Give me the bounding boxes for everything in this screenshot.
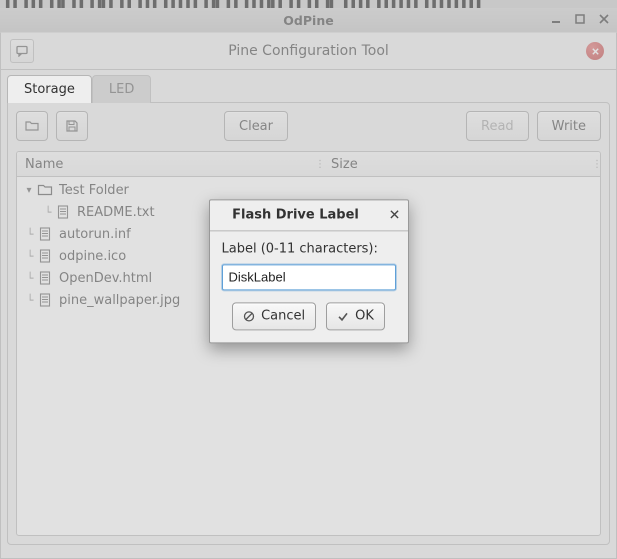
dialog-title: Flash Drive Label	[210, 207, 382, 222]
dialog-cancel-label: Cancel	[261, 308, 305, 323]
dialog-ok-button[interactable]: OK	[326, 302, 385, 330]
check-icon	[337, 310, 349, 322]
dialog-titlebar: Flash Drive Label ✕	[210, 200, 408, 231]
flash-label-dialog: Flash Drive Label ✕ Label (0-11 characte…	[209, 199, 409, 343]
tab-storage[interactable]: Storage	[7, 75, 92, 103]
cancel-icon	[243, 310, 255, 322]
dialog-ok-label: OK	[355, 308, 374, 323]
dialog-cancel-button[interactable]: Cancel	[232, 302, 316, 330]
dialog-close-button[interactable]: ✕	[382, 207, 408, 223]
label-input[interactable]	[222, 264, 396, 290]
dialog-prompt: Label (0-11 characters):	[222, 241, 396, 256]
